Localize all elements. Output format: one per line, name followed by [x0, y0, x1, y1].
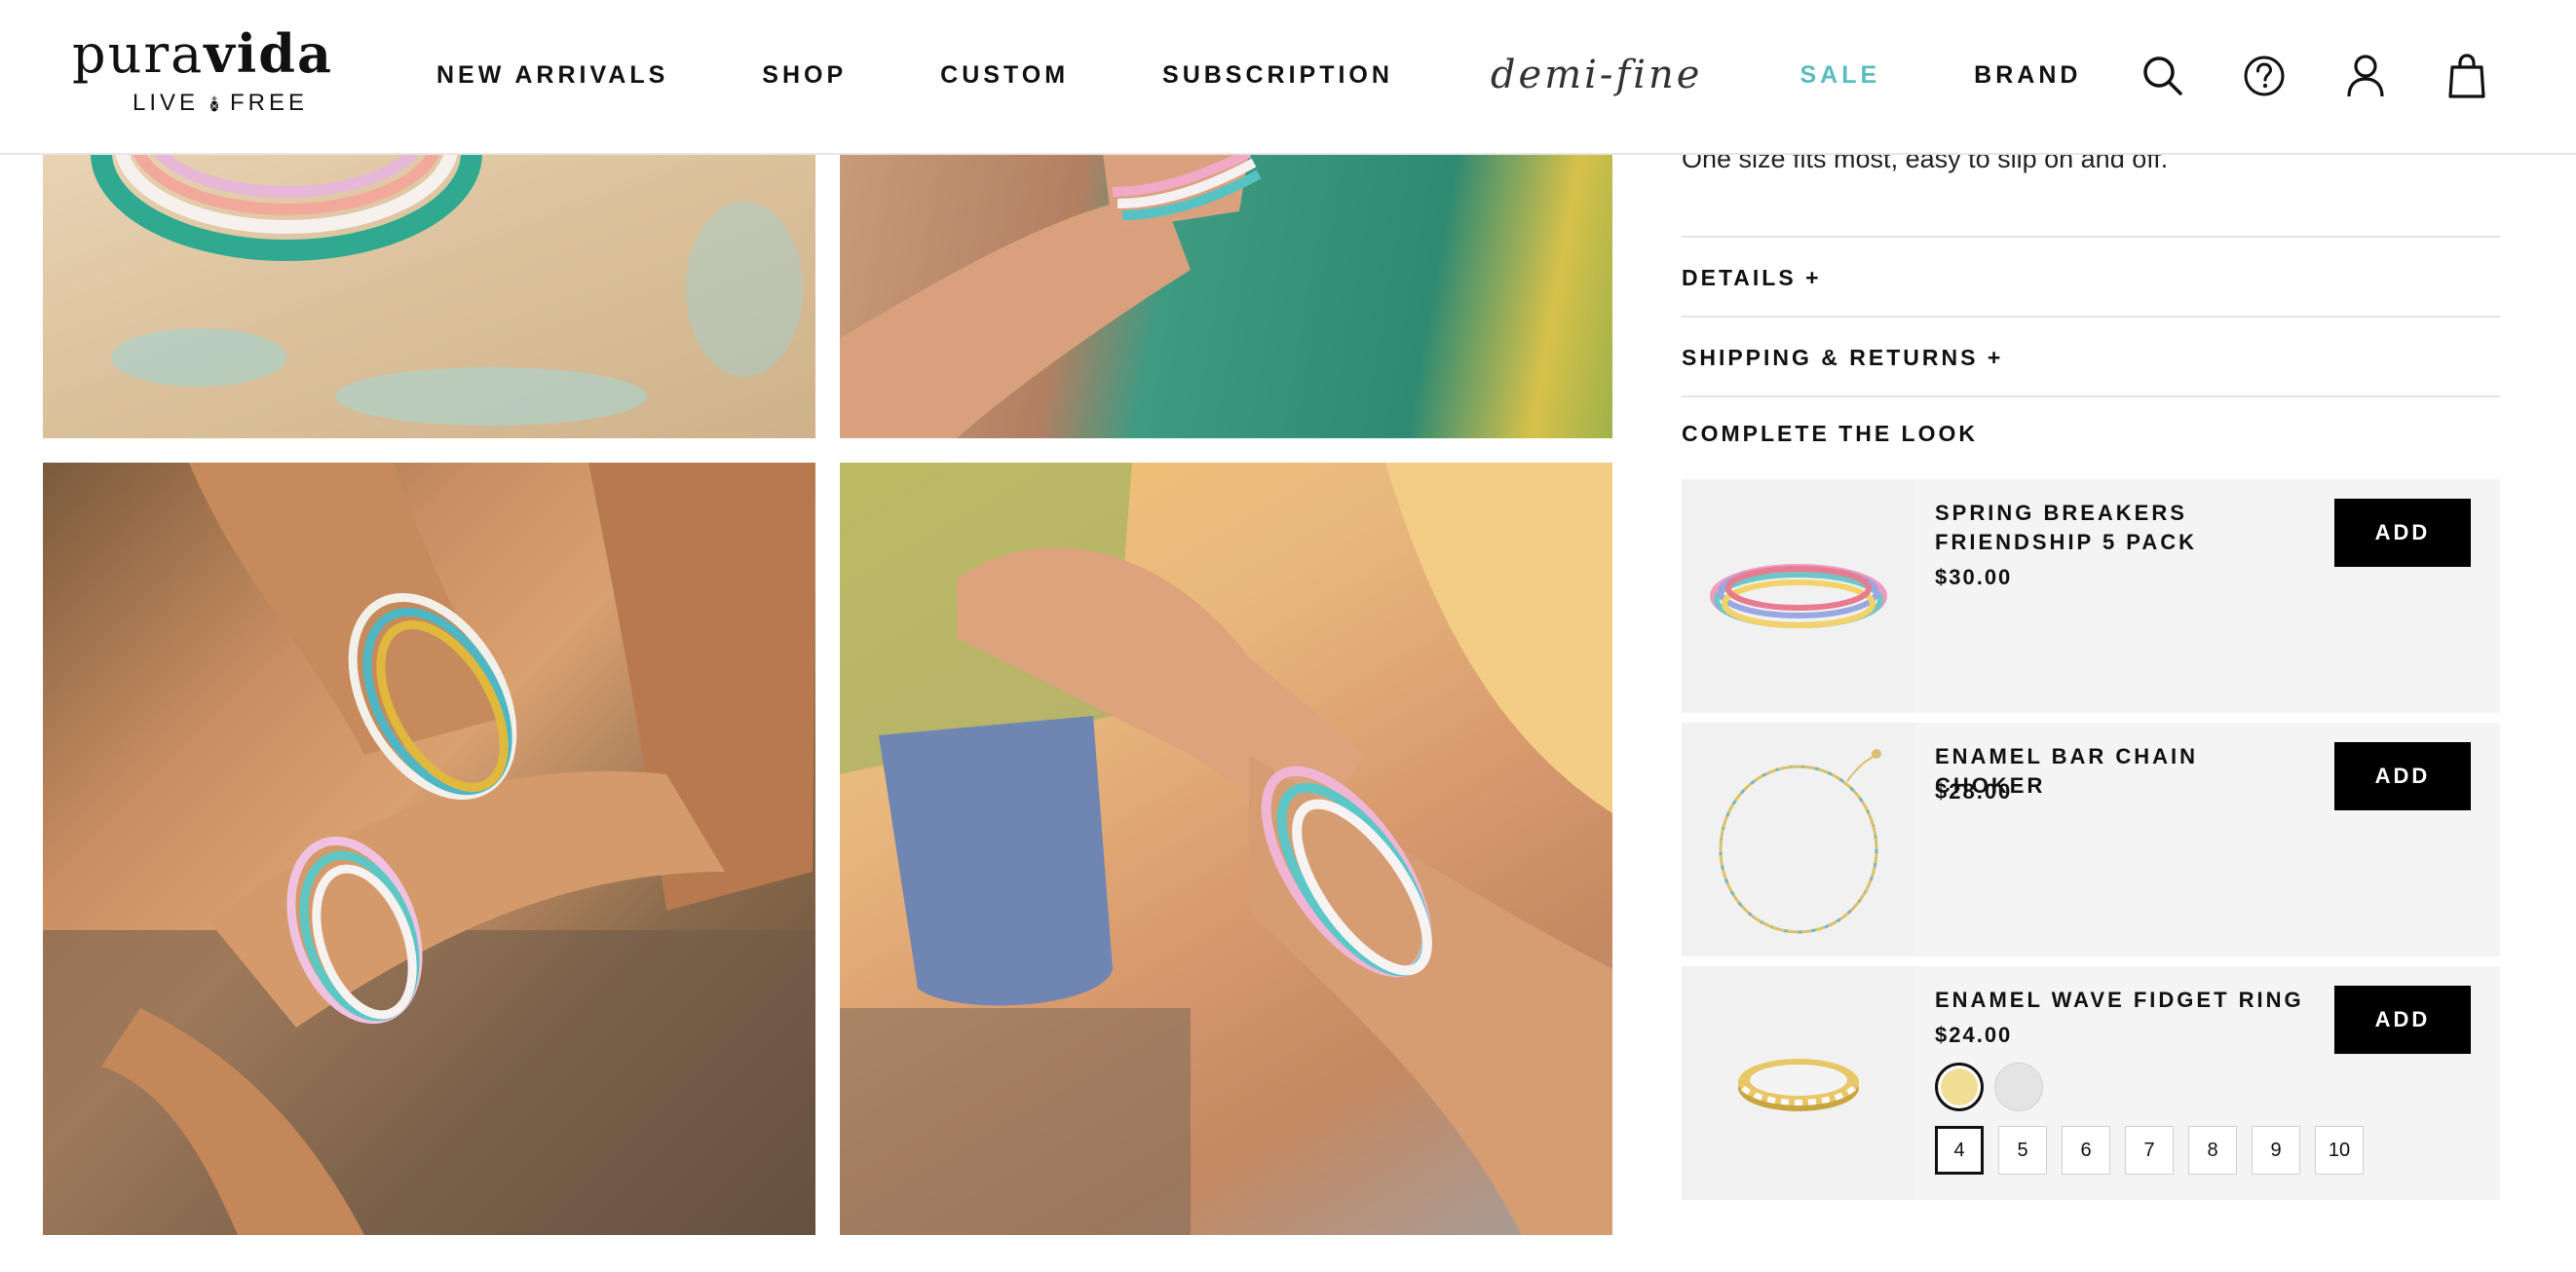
nav-demi-fine[interactable]: demi-fine [1491, 53, 1703, 97]
search-icon [2143, 56, 2182, 95]
pineapple-icon [210, 95, 218, 112]
friendship-pack-thumbnail[interactable] [1682, 479, 1915, 713]
look-item-name[interactable]: ENAMEL WAVE FIDGET RING [1935, 986, 2305, 1015]
nav-brand[interactable]: BRAND [1974, 61, 2081, 90]
add-to-cart-button[interactable]: ADD [2334, 742, 2471, 810]
nav-new-arrivals[interactable]: NEW ARRIVALS [436, 61, 668, 90]
help-icon [2244, 56, 2285, 96]
look-item-price: $30.00 [1935, 565, 2013, 589]
look-item-card: SPRING BREAKERS FRIENDSHIP 5 PACK $30.00… [1682, 479, 2500, 713]
look-item-name[interactable]: SPRING BREAKERS FRIENDSHIP 5 PACK [1935, 499, 2227, 557]
details-accordion[interactable]: DETAILS + [1682, 265, 1822, 291]
crossed-arms-bracelets-photo[interactable] [43, 463, 815, 1235]
size-option[interactable]: 10 [2315, 1126, 2364, 1175]
size-selector: 4 5 6 7 8 9 10 [1935, 1126, 2364, 1175]
choker-thumbnail[interactable] [1682, 723, 1915, 956]
divider [1682, 395, 2500, 397]
site-header: puravida LIVE FREE NEW ARRIVALS SHOP CUS… [0, 0, 2576, 155]
size-option[interactable]: 6 [2062, 1126, 2110, 1175]
logo-wordmark: puravida [72, 22, 333, 85]
look-item-price: $28.00 [1935, 779, 2013, 804]
search-button[interactable] [2140, 51, 2186, 101]
nav-shop[interactable]: SHOP [762, 61, 847, 90]
nav-subscription[interactable]: SUBSCRIPTION [1162, 61, 1393, 90]
account-icon [2347, 55, 2384, 97]
look-item-card: ENAMEL BAR CHAIN CHOKER $28.00 ADD [1682, 723, 2500, 956]
divider [1682, 316, 2500, 318]
header-icons [2140, 49, 2490, 103]
size-option[interactable]: 4 [1935, 1126, 1984, 1175]
complete-the-look-title: COMPLETE THE LOOK [1682, 421, 1978, 446]
size-option[interactable]: 7 [2125, 1126, 2174, 1175]
bracelets-in-sand-photo[interactable] [43, 153, 815, 438]
holding-smoothie-photo[interactable] [840, 463, 1612, 1235]
bag-button[interactable] [2443, 51, 2490, 101]
shipping-returns-accordion[interactable]: SHIPPING & RETURNS + [1682, 345, 2003, 371]
add-to-cart-button[interactable]: ADD [2334, 499, 2471, 567]
wrist-on-surfboard-photo[interactable] [840, 153, 1612, 438]
size-option[interactable]: 5 [1998, 1126, 2047, 1175]
main-nav: NEW ARRIVALS SHOP CUSTOM SUBSCRIPTION de… [436, 51, 2081, 99]
nav-sale[interactable]: SALE [1799, 61, 1880, 90]
add-to-cart-button[interactable]: ADD [2334, 986, 2471, 1054]
size-option[interactable]: 9 [2252, 1126, 2300, 1175]
fidget-ring-thumbnail[interactable] [1682, 966, 1915, 1200]
brand-logo[interactable]: puravida LIVE FREE [72, 19, 355, 121]
bag-icon [2448, 54, 2485, 98]
look-item-card: ENAMEL WAVE FIDGET RING $24.00 ADD 4 5 6… [1682, 966, 2500, 1200]
nav-custom[interactable]: CUSTOM [940, 61, 1069, 90]
look-item-price: $24.00 [1935, 1023, 2013, 1047]
logo-tagline: LIVE FREE [133, 84, 308, 123]
swatch-gold[interactable] [1935, 1063, 1984, 1111]
size-option[interactable]: 8 [2188, 1126, 2237, 1175]
account-button[interactable] [2342, 51, 2389, 101]
swatch-silver[interactable] [1994, 1063, 2043, 1111]
divider [1682, 236, 2500, 238]
help-button[interactable] [2241, 51, 2288, 101]
